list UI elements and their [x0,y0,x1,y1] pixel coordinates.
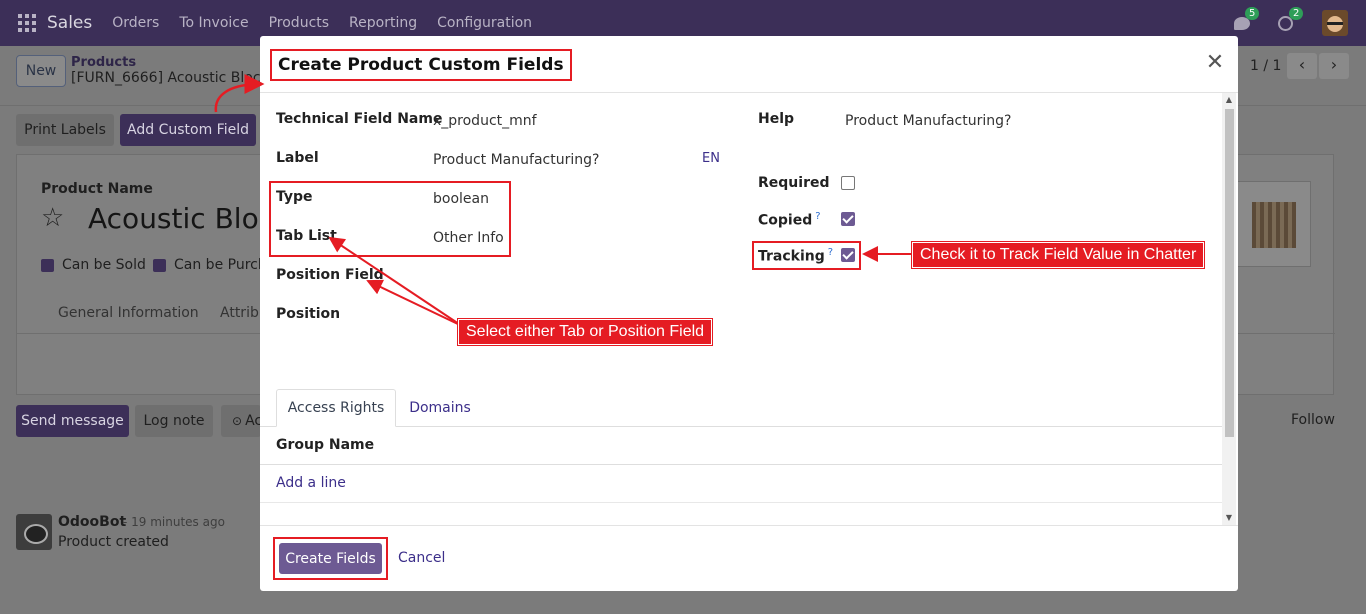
new-button[interactable]: New [16,55,66,87]
apps-menu-icon[interactable] [18,14,36,32]
close-icon: ✕ [1205,50,1225,75]
cancel-button[interactable]: Cancel [398,550,445,566]
product-name[interactable]: Acoustic Bloc [88,202,274,235]
scrollbar-thumb[interactable] [1225,109,1234,437]
pager-previous-button[interactable]: ‹ [1287,53,1317,79]
nav-item-orders[interactable]: Orders [112,15,159,31]
can-be-sold-label: Can be Sold [62,257,146,273]
access-rights-table-header: Group Name [260,427,1222,465]
messages-count-badge: 5 [1245,7,1260,20]
dialog-header: Create Product Custom Fields ✕ [260,36,1238,93]
tab-access-rights[interactable]: Access Rights [276,389,396,427]
create-fields-highlight-box: Create Fields [273,537,388,580]
message-timestamp: - 19 minutes ago [123,515,225,529]
print-labels-button[interactable]: Print Labels [16,114,114,146]
copied-label-text: Copied [758,212,813,229]
breadcrumb-products[interactable]: Products [71,55,136,70]
product-name-label: Product Name [41,181,153,197]
required-label: Required [758,175,830,191]
type-tab-highlight-box [269,181,511,257]
dialog-scrollbar[interactable]: ▲ ▼ [1222,93,1236,525]
required-checkbox[interactable] [841,176,855,190]
copied-label: Copied? [758,211,821,229]
messages-button[interactable]: 5 [1234,7,1260,32]
record-title: [FURN_6666] Acoustic Bloc Sc [71,70,282,86]
add-line-link[interactable]: Add a line [276,475,346,491]
scroll-down-icon[interactable]: ▼ [1225,513,1233,522]
message-author: OdooBot [58,514,127,530]
table-row [260,503,1222,525]
technical-field-name-label: Technical Field Name [276,111,443,127]
nav-item-reporting[interactable]: Reporting [349,15,417,31]
technical-field-name-input[interactable]: x_product_mnf [433,113,537,129]
follow-button[interactable]: Follow [1291,412,1335,428]
message-body: Product created [58,534,169,550]
activities-button[interactable]: 2 [1278,7,1304,32]
help-tooltip-icon[interactable]: ? [815,211,820,222]
create-fields-button[interactable]: Create Fields [279,543,382,574]
position-label: Position [276,306,341,322]
chevron-right-icon: › [1330,55,1338,74]
user-avatar[interactable] [1322,10,1348,36]
chevron-left-icon: ‹ [1298,55,1306,74]
help-input[interactable]: Product Manufacturing? [845,113,1011,129]
app-brand[interactable]: Sales [47,13,92,33]
odoobot-avatar [16,514,52,550]
copied-checkbox[interactable] [841,212,855,226]
position-field-label: Position Field [276,267,384,283]
log-note-button[interactable]: Log note [135,405,213,437]
can-be-purchased-checkbox[interactable] [153,259,166,272]
dialog-footer: Create Fields Cancel [260,525,1238,591]
table-row: Add a line [260,465,1222,503]
group-name-column-header[interactable]: Group Name [276,437,374,453]
create-custom-fields-dialog: Create Product Custom Fields ✕ Technical… [260,36,1238,591]
clock-icon: ⊙ [232,414,243,428]
star-icon[interactable]: ☆ [41,203,64,233]
label-input[interactable]: Product Manufacturing? [433,152,599,168]
nav-item-to-invoice[interactable]: To Invoice [179,15,248,31]
tab-domains[interactable]: Domains [404,389,476,427]
product-image[interactable] [1227,181,1311,267]
close-dialog-button[interactable]: ✕ [1203,52,1227,76]
label-label: Label [276,150,319,166]
send-message-button[interactable]: Send message [16,405,129,437]
activities-count-badge: 2 [1289,7,1304,20]
pager-next-button[interactable]: › [1319,53,1349,79]
scroll-up-icon[interactable]: ▲ [1225,95,1233,104]
can-be-sold-checkbox[interactable] [41,259,54,272]
help-label: Help [758,111,795,127]
tracking-highlight-box [752,241,861,270]
nav-item-products[interactable]: Products [269,15,329,31]
tracking-callout: Check it to Track Field Value in Chatter [912,242,1205,268]
add-custom-field-button[interactable]: Add Custom Field [120,114,256,146]
tab-general-information[interactable]: General Information [58,305,199,321]
activity-button[interactable]: ⊙ Ac [221,405,262,437]
dialog-title: Create Product Custom Fields [270,49,572,81]
nav-item-configuration[interactable]: Configuration [437,15,532,31]
dialog-body: Technical Field Name x_product_mnf Label… [260,93,1238,525]
pager-value: 1 / 1 [1250,58,1282,74]
position-callout: Select either Tab or Position Field [458,319,713,345]
translate-language-button[interactable]: EN [702,151,720,166]
